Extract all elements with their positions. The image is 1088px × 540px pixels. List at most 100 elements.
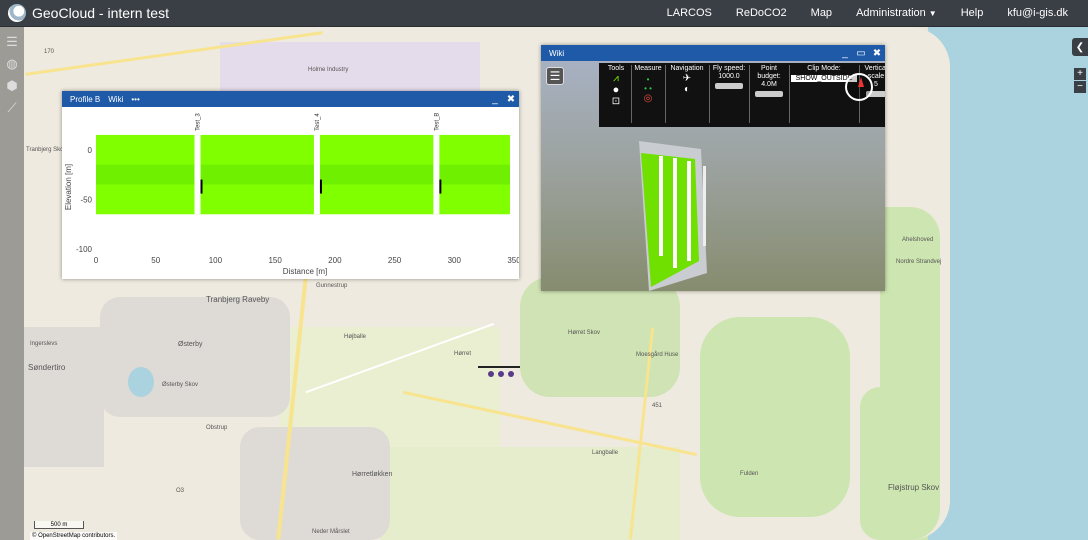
map-label: O3	[176, 488, 185, 494]
nav-item-administration-label: Administration	[856, 7, 926, 19]
map-attribution[interactable]: © OpenStreetMap contributors.	[30, 532, 118, 540]
well-column	[313, 132, 320, 215]
nav-item-map[interactable]: Map	[799, 7, 844, 19]
x-tick-label: 200	[328, 256, 342, 265]
map-town-1	[100, 297, 290, 417]
x-tick-label: 0	[94, 256, 99, 265]
profile-window-header[interactable]: Profile B Wiki ••• _ ✖	[62, 91, 519, 107]
y-tick-label: -100	[76, 245, 93, 254]
map-label: Hørretløkken	[352, 471, 393, 478]
close-icon[interactable]: ✖	[503, 94, 519, 105]
x-tick-label: 250	[388, 256, 402, 265]
wiki-window-header[interactable]: Wiki _ ▭ ✖	[541, 45, 885, 61]
map-label: Tranbjerg Raveby	[206, 295, 270, 304]
map-label: Fløjstrup Skov	[888, 483, 940, 492]
map-label: 170	[44, 49, 55, 55]
map-label: Holme Industry	[308, 67, 349, 73]
profile-point	[508, 371, 514, 377]
map-label: Nordre Strandvej	[896, 259, 942, 265]
profile-chart: Test_3 Test_4 Test_B 0 50 100 150 200 250 300 350 0…	[64, 113, 519, 276]
map-town-2	[240, 427, 390, 540]
zoom-out-button[interactable]: −	[1074, 81, 1086, 93]
map-label: Moesgård Huse	[636, 352, 679, 358]
well-marker	[439, 179, 442, 194]
nav-item-help[interactable]: Help	[949, 7, 996, 19]
minimize-icon[interactable]: _	[837, 48, 853, 59]
wiki-window-title: Wiki	[549, 48, 565, 58]
well-label: Test_4	[315, 113, 321, 131]
map-sea	[928, 27, 1088, 540]
map-label: Neder Mårslet	[312, 529, 350, 535]
well-column	[687, 161, 691, 261]
x-tick-label: 300	[448, 256, 462, 265]
nav-item-redoco2[interactable]: ReDoCO2	[724, 7, 799, 19]
map-town-3	[24, 327, 104, 467]
nav-menu: LARCOS ReDoCO2 Map Administration ▼ Help …	[655, 0, 1088, 27]
map-label: Fulden	[740, 471, 759, 477]
cube-icon[interactable]: ⬢	[0, 75, 24, 97]
map-label: Obstrup	[206, 425, 228, 431]
left-toolbar: ☰ ◍ ⬢ ⟋	[0, 27, 24, 540]
well-label: Test_3	[196, 113, 202, 131]
well-column	[659, 156, 663, 256]
x-tick-label: 150	[268, 256, 282, 265]
map-label: Søndertiro	[28, 363, 66, 372]
wiki-3d-window: Wiki _ ▭ ✖ ☰ Tools ⩘ ● ⊡ Measure • • • ◎…	[541, 45, 885, 291]
well-label: Test_B	[434, 113, 440, 131]
close-icon[interactable]: ✖	[869, 48, 885, 59]
caret-down-icon: ▼	[928, 9, 937, 18]
profile-point	[488, 371, 494, 377]
zoom-control: + −	[1074, 68, 1086, 94]
map-label: Ahelshoved	[902, 237, 934, 243]
top-navbar: GeoCloud - intern test LARCOS ReDoCO2 Ma…	[0, 0, 1088, 27]
map-lake	[128, 367, 154, 397]
x-tick-label: 350	[507, 256, 519, 265]
profile-line-marker[interactable]	[478, 364, 520, 378]
map-label: Højballe	[344, 334, 367, 340]
scale-bar: 500 m	[34, 521, 84, 529]
profile-point	[498, 371, 504, 377]
profile-line	[478, 366, 520, 368]
y-tick-label: 0	[88, 146, 93, 155]
minimize-icon[interactable]: _	[487, 94, 503, 105]
x-axis-label: Distance [m]	[283, 267, 327, 276]
zoom-in-button[interactable]: +	[1074, 68, 1086, 80]
well-marker	[319, 179, 322, 194]
geocloud-logo-icon	[8, 4, 26, 22]
well-column	[433, 132, 440, 215]
profile-window-title: Profile B	[70, 94, 101, 104]
well-marker	[200, 179, 203, 194]
map-label: Ingerslevs	[30, 341, 58, 347]
map-forest-2	[700, 317, 850, 517]
nav-item-administration[interactable]: Administration ▼	[844, 7, 949, 19]
maximize-icon[interactable]: ▭	[853, 48, 869, 59]
more-options-icon[interactable]: •••	[131, 95, 139, 104]
globe-icon[interactable]: ◍	[0, 53, 24, 75]
profile-window: Profile B Wiki ••• _ ✖ Test_3 Test_4 Test_…	[62, 91, 519, 279]
y-axis-label: Elevation [m]	[64, 164, 73, 210]
well-column	[703, 166, 706, 246]
nav-item-larcos[interactable]: LARCOS	[655, 7, 724, 19]
map-label: Østerby Skov	[162, 382, 199, 388]
map-forest-1	[520, 277, 680, 397]
collapse-panel-button[interactable]: ❮	[1072, 38, 1088, 56]
chart-icon[interactable]: ⟋	[0, 97, 24, 119]
x-tick-label: 100	[209, 256, 223, 265]
x-tick-label: 50	[151, 256, 160, 265]
map-label: Gunnestrup	[316, 283, 348, 289]
3d-point-cloud-view[interactable]	[541, 61, 885, 291]
map-label: Hørret Skov	[568, 330, 601, 336]
profile-window-tab-wiki[interactable]: Wiki	[108, 95, 123, 104]
nav-item-user[interactable]: kfu@i-gis.dk	[995, 7, 1080, 19]
map-label: 451	[652, 403, 663, 409]
profile-layer	[96, 164, 510, 185]
map-label: Langballe	[592, 450, 619, 456]
map-label: Tranbjerg Skov	[26, 147, 67, 153]
layers-menu-icon[interactable]: ☰	[0, 31, 24, 53]
map-label: Hørret	[454, 351, 471, 357]
y-tick-label: -50	[80, 195, 92, 204]
brand[interactable]: GeoCloud - intern test	[0, 4, 169, 22]
app-title: GeoCloud - intern test	[32, 5, 169, 21]
map-label: Østerby	[178, 341, 203, 348]
well-column	[194, 132, 201, 215]
